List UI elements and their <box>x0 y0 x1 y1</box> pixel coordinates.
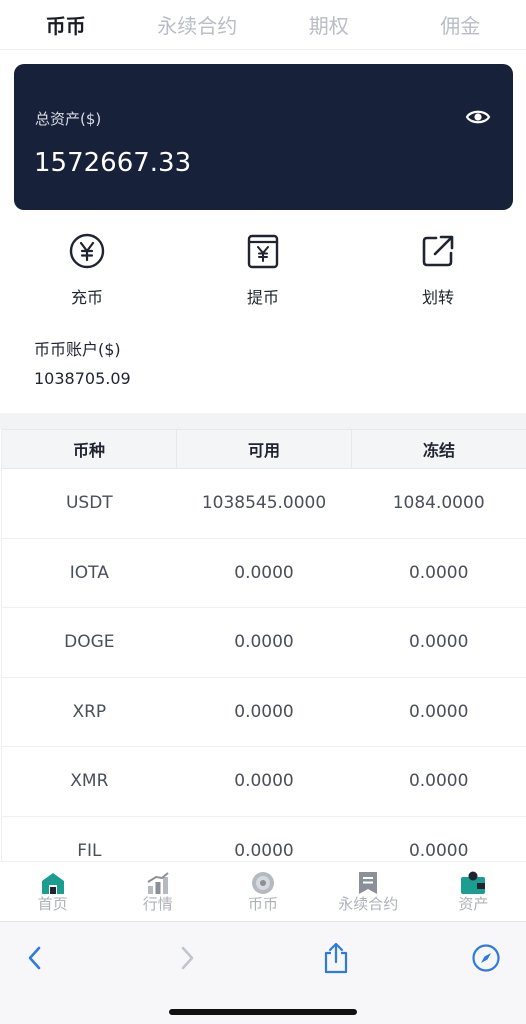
transfer-label: 划转 <box>421 288 454 307</box>
cell-frozen: 0.0000 <box>408 701 469 722</box>
spot-account-value: 1038705.09 <box>34 369 131 388</box>
total-asset-label: 总资产($) <box>35 110 102 128</box>
header-available: 可用 <box>177 430 352 468</box>
withdraw-label: 提币 <box>246 288 279 307</box>
nav-home[interactable]: 首页 <box>0 862 105 921</box>
withdraw-button[interactable]: 提币 <box>203 232 323 308</box>
cell-coin: XRP <box>72 701 107 722</box>
nav-spot-label: 币币 <box>248 895 279 913</box>
home-indicator <box>169 1009 357 1015</box>
cell-available: 1038545.0000 <box>201 493 327 514</box>
nav-spot[interactable]: 币币 <box>210 862 315 921</box>
browser-forward-button[interactable] <box>167 938 207 978</box>
coin-balance-table: 币种 可用 冻结 USDT 1038545.0000 1084.0000 IOT… <box>1 429 526 861</box>
market-chart-icon <box>147 872 169 894</box>
deposit-label: 充币 <box>70 288 103 307</box>
cell-frozen: 0.0000 <box>408 840 469 861</box>
withdraw-yen-box-icon <box>247 234 279 269</box>
back-icon <box>28 946 41 970</box>
total-asset-card: 总资产($) 1572667.33 <box>14 64 513 210</box>
cell-coin: USDT <box>65 493 113 514</box>
home-icon <box>41 873 64 894</box>
browser-compass-button[interactable] <box>466 938 506 978</box>
cell-available: 0.0000 <box>234 771 294 792</box>
cell-available: 0.0000 <box>234 840 294 861</box>
tab-perpetual[interactable]: 永续合约 <box>132 0 264 49</box>
compass-icon <box>472 944 500 972</box>
cell-coin: DOGE <box>64 632 115 653</box>
cell-frozen: 0.0000 <box>408 771 469 792</box>
cell-available: 0.0000 <box>234 632 294 653</box>
table-row[interactable]: XMR 0.0000 0.0000 <box>2 747 526 817</box>
table-row[interactable]: IOTA 0.0000 0.0000 <box>2 539 526 608</box>
table-header: 币种 可用 冻结 <box>2 429 526 469</box>
contract-icon <box>359 872 378 894</box>
transfer-arrow-icon <box>422 235 454 267</box>
cell-available: 0.0000 <box>234 562 294 583</box>
table-row[interactable]: FIL 0.0000 0.0000 <box>2 817 526 862</box>
table-row[interactable]: XRP 0.0000 0.0000 <box>2 678 526 747</box>
eye-icon[interactable] <box>465 106 491 128</box>
share-icon <box>324 942 348 974</box>
nav-assets-label: 资产 <box>458 895 489 913</box>
browser-back-button[interactable] <box>15 938 55 978</box>
nav-home-label: 首页 <box>37 895 68 913</box>
nav-perpetual-label: 永续合约 <box>338 895 399 913</box>
cell-available: 0.0000 <box>234 701 294 722</box>
section-divider <box>0 413 526 429</box>
transfer-button[interactable]: 划转 <box>378 232 498 308</box>
cell-frozen: 1084.0000 <box>392 493 485 514</box>
wallet-icon <box>461 871 486 894</box>
nav-market-label: 行情 <box>142 895 173 913</box>
total-asset-value: 1572667.33 <box>34 148 192 178</box>
asset-actions: 充币 提币 划转 <box>0 232 526 316</box>
bottom-nav: 首页 行情 币币 永续合约 资产 <box>0 861 526 921</box>
cell-frozen: 0.0000 <box>408 632 469 653</box>
header-coin: 币种 <box>2 430 177 468</box>
tab-commission[interactable]: 佣金 <box>395 0 526 49</box>
nav-perpetual[interactable]: 永续合约 <box>316 862 421 921</box>
cell-coin: IOTA <box>69 562 109 583</box>
cell-frozen: 0.0000 <box>408 562 469 583</box>
deposit-yen-circle-icon <box>69 233 105 269</box>
forward-icon <box>181 946 194 970</box>
table-row[interactable]: DOGE 0.0000 0.0000 <box>2 608 526 678</box>
spot-account-label: 币币账户($) <box>34 340 121 359</box>
tab-spot[interactable]: 币币 <box>0 0 132 49</box>
browser-share-button[interactable] <box>316 938 356 978</box>
tab-options[interactable]: 期权 <box>263 0 395 49</box>
table-row[interactable]: USDT 1038545.0000 1084.0000 <box>2 469 526 539</box>
deposit-button[interactable]: 充币 <box>27 232 147 308</box>
nav-assets[interactable]: 资产 <box>421 862 526 921</box>
cell-coin: FIL <box>77 840 102 861</box>
header-frozen: 冻结 <box>422 441 455 460</box>
top-tabs: 币币 永续合约 期权 佣金 <box>0 0 526 50</box>
nav-market[interactable]: 行情 <box>105 862 210 921</box>
cell-coin: XMR <box>70 771 109 792</box>
coin-icon <box>252 872 274 894</box>
